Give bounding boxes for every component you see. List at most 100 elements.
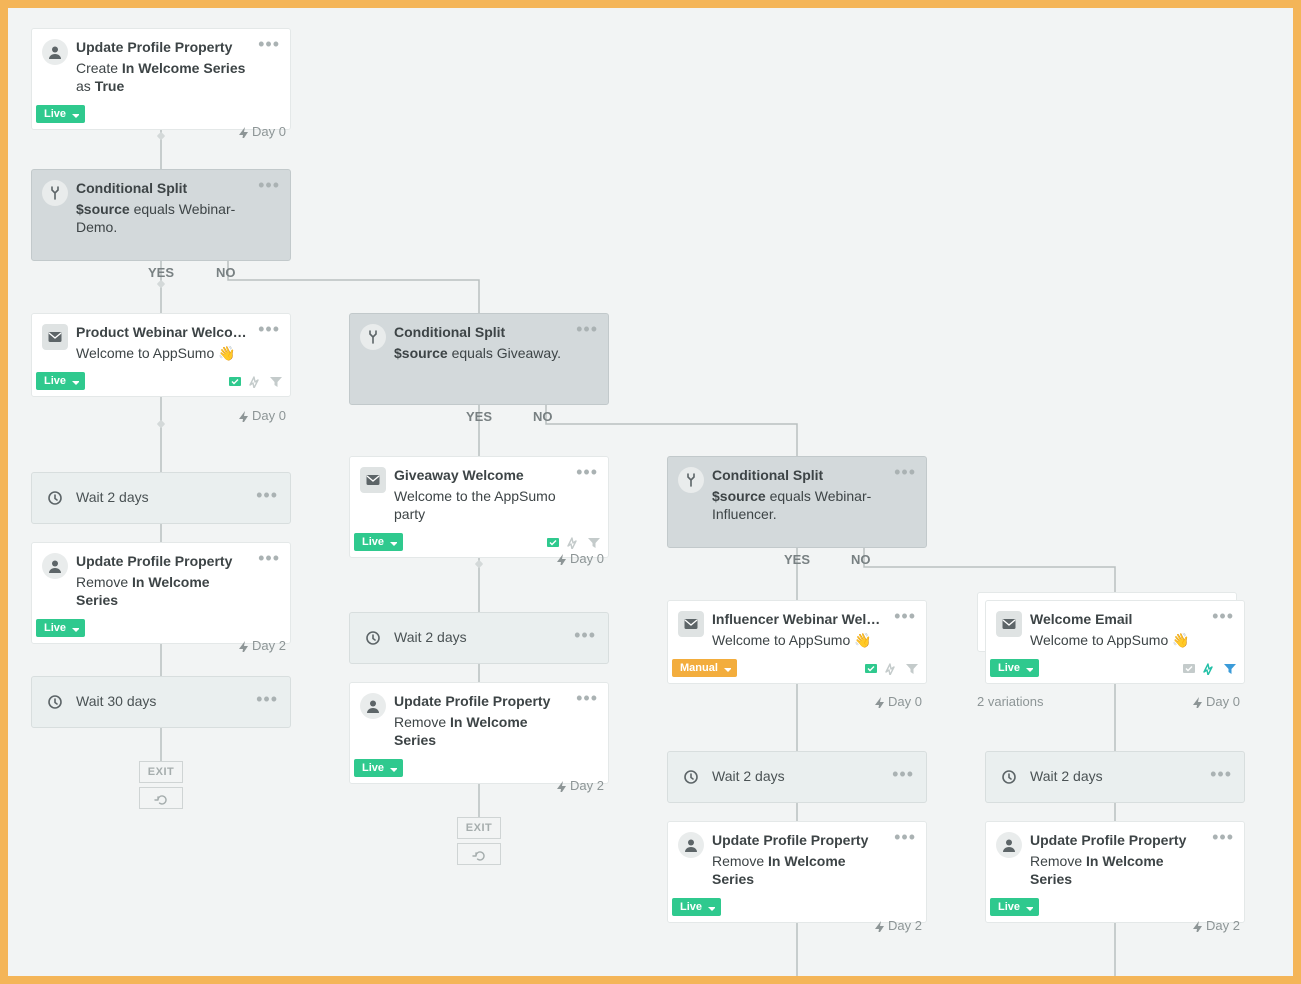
node-email-giveaway-welcome[interactable]: Giveaway Welcome Welcome to the AppSumo … xyxy=(349,456,609,558)
node-title: Conditional Split xyxy=(394,324,566,342)
status-badge[interactable]: Live xyxy=(36,372,85,390)
node-title: Welcome Email xyxy=(1030,611,1202,629)
branch-yes-label: YES xyxy=(784,552,810,567)
node-desc: $source equals Giveaway. xyxy=(394,344,566,362)
mail-icon xyxy=(360,467,386,493)
node-wait-30-days[interactable]: Wait 30 days ••• xyxy=(31,676,291,728)
split-icon xyxy=(678,467,704,493)
person-icon xyxy=(360,693,386,719)
analytics-icon[interactable] xyxy=(248,374,262,388)
clock-icon xyxy=(996,764,1022,790)
status-badge[interactable]: Live xyxy=(672,898,721,916)
status-badge[interactable]: Live xyxy=(36,619,85,637)
node-title: Update Profile Property xyxy=(76,553,248,571)
node-menu-button[interactable]: ••• xyxy=(256,39,282,55)
timing-label: Day 0 xyxy=(236,408,286,423)
node-update-profile-remove[interactable]: Update Profile Property Remove In Welcom… xyxy=(985,821,1245,923)
node-desc: $source equals Webinar-Influencer. xyxy=(712,487,884,523)
node-desc: Remove In Welcome Series xyxy=(76,573,248,609)
node-wait-2-days[interactable]: Wait 2 days ••• xyxy=(667,751,927,803)
node-title: Giveaway Welcome xyxy=(394,467,566,485)
node-desc: Remove In Welcome Series xyxy=(394,713,566,749)
timing-label: Day 0 xyxy=(236,124,286,139)
node-menu-button[interactable]: ••• xyxy=(254,694,280,710)
node-menu-button[interactable]: ••• xyxy=(890,769,916,785)
timing-label: Day 0 xyxy=(554,551,604,566)
node-title: Update Profile Property xyxy=(394,693,566,711)
person-icon xyxy=(42,553,68,579)
node-menu-button[interactable]: ••• xyxy=(1208,769,1234,785)
node-wait-2-days[interactable]: Wait 2 days ••• xyxy=(985,751,1245,803)
node-update-profile-remove[interactable]: Update Profile Property Remove In Welcom… xyxy=(349,682,609,784)
node-conditional-split-webinar-demo[interactable]: Conditional Split $source equals Webinar… xyxy=(31,169,291,261)
analytics-icon[interactable] xyxy=(1202,661,1216,675)
node-menu-button[interactable]: ••• xyxy=(256,180,282,196)
node-desc: Remove In Welcome Series xyxy=(712,852,884,888)
node-email-product-webinar-welcome[interactable]: Product Webinar Welcome Welcome to AppSu… xyxy=(31,313,291,397)
node-menu-button[interactable]: ••• xyxy=(1210,832,1236,848)
node-update-profile-remove[interactable]: Update Profile Property Remove In Welcom… xyxy=(667,821,927,923)
node-wait-2-days[interactable]: Wait 2 days ••• xyxy=(349,612,609,664)
email-subject: Welcome to AppSumo 👋 xyxy=(1030,631,1202,649)
node-conditional-split-webinar-influencer[interactable]: Conditional Split $source equals Webinar… xyxy=(667,456,927,548)
clock-icon xyxy=(678,764,704,790)
variations-label: 2 variations xyxy=(977,694,1043,709)
analytics-icon[interactable] xyxy=(884,661,898,675)
node-menu-button[interactable]: ••• xyxy=(572,630,598,646)
node-title: Update Profile Property xyxy=(76,39,248,57)
node-menu-button[interactable]: ••• xyxy=(254,490,280,506)
clock-icon xyxy=(360,625,386,651)
filter-icon[interactable] xyxy=(268,374,282,388)
node-email-influencer-webinar-welcome[interactable]: Influencer Webinar Welco… Welcome to App… xyxy=(667,600,927,684)
mail-icon xyxy=(996,611,1022,637)
smart-send-icon[interactable] xyxy=(1182,661,1196,675)
status-badge[interactable]: Live xyxy=(354,533,403,551)
flow-canvas[interactable]: Update Profile Property Create In Welcom… xyxy=(8,8,1293,976)
node-email-welcome-email[interactable]: Welcome Email Welcome to AppSumo 👋 ••• L… xyxy=(985,600,1245,684)
node-menu-button[interactable]: ••• xyxy=(574,467,600,483)
node-menu-button[interactable]: ••• xyxy=(256,324,282,340)
branch-no-label: NO xyxy=(533,409,553,424)
node-title: Wait 2 days xyxy=(76,489,246,507)
timing-label: Day 2 xyxy=(872,918,922,933)
analytics-icon[interactable] xyxy=(566,535,580,549)
split-icon xyxy=(42,180,68,206)
filter-icon[interactable] xyxy=(904,661,918,675)
node-conditional-split-giveaway[interactable]: Conditional Split $source equals Giveawa… xyxy=(349,313,609,405)
filter-icon[interactable] xyxy=(1222,661,1236,675)
status-badge[interactable]: Live xyxy=(990,659,1039,677)
clock-icon xyxy=(42,485,68,511)
node-update-profile-create[interactable]: Update Profile Property Create In Welcom… xyxy=(31,28,291,130)
node-menu-button[interactable]: ••• xyxy=(892,832,918,848)
email-subject: Welcome to AppSumo 👋 xyxy=(76,344,248,362)
node-desc: Create In Welcome Series as True xyxy=(76,59,248,95)
status-badge[interactable]: Live xyxy=(354,759,403,777)
email-subject: Welcome to AppSumo 👋 xyxy=(712,631,884,649)
clock-icon xyxy=(42,689,68,715)
node-title: Wait 30 days xyxy=(76,693,246,711)
node-menu-button[interactable]: ••• xyxy=(256,553,282,569)
node-title: Update Profile Property xyxy=(1030,832,1202,850)
node-menu-button[interactable]: ••• xyxy=(1210,611,1236,627)
timing-label: Day 0 xyxy=(872,694,922,709)
status-badge[interactable]: Live xyxy=(36,105,85,123)
mail-icon xyxy=(42,324,68,350)
status-badge[interactable]: Manual xyxy=(672,659,737,677)
node-menu-button[interactable]: ••• xyxy=(574,693,600,709)
node-update-profile-remove[interactable]: Update Profile Property Remove In Welcom… xyxy=(31,542,291,644)
smart-send-icon[interactable] xyxy=(864,661,878,675)
smart-send-icon[interactable] xyxy=(228,374,242,388)
node-title: Wait 2 days xyxy=(712,768,882,786)
node-menu-button[interactable]: ••• xyxy=(892,611,918,627)
person-icon xyxy=(996,832,1022,858)
status-badge[interactable]: Live xyxy=(990,898,1039,916)
node-title: Product Webinar Welcome xyxy=(76,324,248,342)
smart-send-icon[interactable] xyxy=(546,535,560,549)
filter-icon[interactable] xyxy=(586,535,600,549)
node-menu-button[interactable]: ••• xyxy=(574,324,600,340)
node-title: Wait 2 days xyxy=(1030,768,1200,786)
node-wait-2-days[interactable]: Wait 2 days ••• xyxy=(31,472,291,524)
person-icon xyxy=(42,39,68,65)
node-title: Wait 2 days xyxy=(394,629,564,647)
node-menu-button[interactable]: ••• xyxy=(892,467,918,483)
